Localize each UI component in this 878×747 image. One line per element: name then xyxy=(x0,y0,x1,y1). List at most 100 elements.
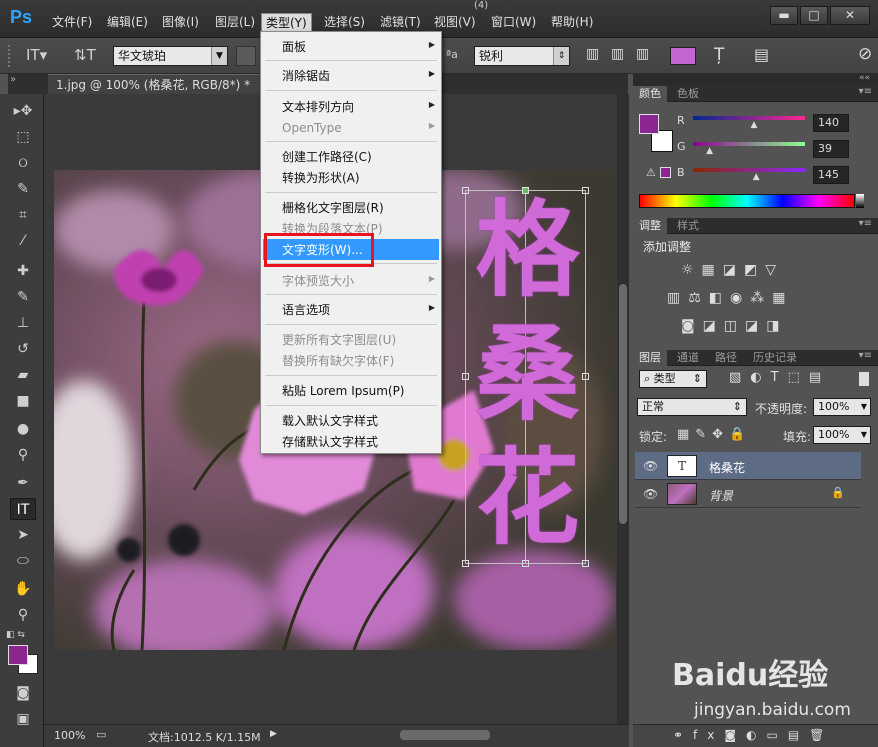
menu-item-panels[interactable]: 面板 xyxy=(282,39,306,55)
color-spectrum-ramp[interactable] xyxy=(639,194,855,208)
lasso-tool-icon[interactable]: ଠ xyxy=(10,152,36,174)
menu-help[interactable]: 帮助(H) xyxy=(547,13,597,31)
pen-tool-icon[interactable]: ✒ xyxy=(10,472,36,494)
menu-item-opentype[interactable]: OpenType xyxy=(282,120,342,136)
adjustment-icons-row1[interactable]: ☼▦◪◩▽ xyxy=(681,262,784,278)
layer-name[interactable]: 背景 xyxy=(709,487,733,504)
transform-handle[interactable] xyxy=(582,560,589,567)
zoom-tool-icon[interactable]: ⚲ xyxy=(10,604,36,626)
menu-item-update-text-layers[interactable]: 更新所有文字图层(U) xyxy=(282,332,396,348)
gradient-tool-icon[interactable]: ■ xyxy=(10,390,36,412)
foreground-color-swatch[interactable] xyxy=(8,645,28,665)
align-right-icon[interactable]: ▥ xyxy=(636,46,649,62)
menu-item-replace-missing-fonts[interactable]: 替换所有缺欠字体(F) xyxy=(282,353,394,369)
transform-handle[interactable] xyxy=(462,187,469,194)
r-value-field[interactable]: 140 xyxy=(813,114,849,132)
quick-mask-icon[interactable]: ◙ xyxy=(10,682,36,704)
menu-edit[interactable]: 编辑(E) xyxy=(103,13,152,31)
crop-tool-icon[interactable]: ⌗ xyxy=(10,204,36,226)
tab-adjustments[interactable]: 调整 xyxy=(633,218,667,234)
cancel-icon[interactable]: ⊘ xyxy=(858,44,872,64)
close-button[interactable]: ✕ xyxy=(830,6,870,25)
text-orientation-icon[interactable]: ⇅T xyxy=(74,46,96,64)
quick-select-tool-icon[interactable]: ✎ xyxy=(10,178,36,200)
scroll-thumb[interactable] xyxy=(619,284,627,524)
ellipse-tool-icon[interactable]: ⬭ xyxy=(10,550,36,572)
menu-item-save-default-styles[interactable]: 存储默认文字样式 xyxy=(282,434,378,450)
warning-icon[interactable]: ⚠ xyxy=(646,166,656,179)
panel-menu-icon[interactable]: ▾≡ xyxy=(859,218,872,229)
transform-handle[interactable] xyxy=(522,560,529,567)
panel-menu-icon[interactable]: ▾≡ xyxy=(859,350,872,361)
antialias-select[interactable]: 锐利 ⇕ xyxy=(474,46,570,66)
layer-footer-icons[interactable]: ⚭fx◙◐▭▤🗑 xyxy=(673,728,834,742)
minimize-button[interactable]: ▬ xyxy=(770,6,798,25)
layer-name[interactable]: 格桑花 xyxy=(709,459,745,476)
tab-paths[interactable]: 路径 xyxy=(709,350,743,366)
eye-icon[interactable]: 👁 xyxy=(643,487,658,501)
font-family-select[interactable]: 华文琥珀 ▼ xyxy=(113,46,228,66)
transform-handle[interactable] xyxy=(462,560,469,567)
marquee-tool-icon[interactable]: ⬚ xyxy=(10,126,36,148)
out-of-gamut-swatch[interactable] xyxy=(660,167,671,178)
adjustment-icons-row2[interactable]: ▥⚖◧◉⁂▦ xyxy=(667,290,793,306)
default-colors-icon[interactable]: ◧ ⇆ xyxy=(6,630,25,640)
menu-layer[interactable]: 图层(L) xyxy=(211,13,259,31)
eye-icon[interactable]: 👁 xyxy=(643,459,658,473)
menu-item-text-orientation[interactable]: 文本排列方向 xyxy=(282,99,354,115)
warp-text-icon[interactable]: Ț xyxy=(714,45,724,65)
blur-tool-icon[interactable]: ● xyxy=(10,418,36,440)
dodge-tool-icon[interactable]: ⚲ xyxy=(10,444,36,466)
lock-icons[interactable]: ▦✎✥🔒 xyxy=(677,427,751,442)
menu-window[interactable]: 窗口(W) xyxy=(487,13,540,31)
tab-history[interactable]: 历史记录 xyxy=(747,350,803,366)
brush-tool-icon[interactable]: ✎ xyxy=(10,286,36,308)
blend-mode-select[interactable]: 正常 ⇕ xyxy=(637,398,747,416)
hand-tool-icon[interactable]: ✋ xyxy=(10,578,36,600)
path-select-tool-icon[interactable]: ➤ xyxy=(10,524,36,546)
eraser-tool-icon[interactable]: ▰ xyxy=(10,364,36,386)
restore-button[interactable]: □ xyxy=(800,6,828,25)
tab-swatches[interactable]: 色板 xyxy=(671,86,705,102)
layer-filter-select[interactable]: ⌕ 类型 ⇕ xyxy=(639,370,707,388)
r-slider-thumb[interactable]: ▲ xyxy=(750,120,757,130)
tab-color[interactable]: 颜色 xyxy=(633,86,667,102)
menu-item-create-work-path[interactable]: 创建工作路径(C) xyxy=(282,149,372,165)
bw-ramp[interactable] xyxy=(856,194,864,208)
tab-layers[interactable]: 图层 xyxy=(633,350,667,366)
opacity-field[interactable]: 100% ▼ xyxy=(813,398,871,416)
menu-select[interactable]: 选择(S) xyxy=(320,13,369,31)
align-center-icon[interactable]: ▥ xyxy=(611,46,624,62)
fill-field[interactable]: 100% ▼ xyxy=(813,426,871,444)
vertical-scrollbar[interactable] xyxy=(617,94,629,724)
g-slider-thumb[interactable]: ▲ xyxy=(706,146,713,156)
eyedropper-tool-icon[interactable]: ⁄ xyxy=(10,230,36,252)
grip-handle[interactable] xyxy=(8,45,18,67)
type-tool-icon[interactable]: IT▾ xyxy=(26,46,47,64)
color-fg-swatch[interactable] xyxy=(639,114,659,134)
screen-mode-icon[interactable]: ▣ xyxy=(10,708,36,730)
layer-row-background[interactable]: 👁 背景 🔒 xyxy=(635,480,861,508)
text-color-swatch[interactable] xyxy=(670,47,696,65)
move-tool-icon[interactable]: ▸✥ xyxy=(10,100,36,122)
tab-styles[interactable]: 样式 xyxy=(671,218,705,234)
horizontal-scroll-thumb[interactable] xyxy=(400,730,490,740)
menu-view[interactable]: 视图(V) xyxy=(430,13,480,31)
healing-brush-icon[interactable]: ✚ xyxy=(10,260,36,282)
status-arrow-icon[interactable]: ▶ xyxy=(270,729,277,739)
r-slider-track[interactable] xyxy=(693,116,805,120)
menu-item-font-preview-size[interactable]: 字体预览大小 xyxy=(282,273,354,289)
menu-item-load-default-styles[interactable]: 载入默认文字样式 xyxy=(282,413,378,429)
b-value-field[interactable]: 145 xyxy=(813,166,849,184)
b-slider-track[interactable] xyxy=(693,168,805,172)
transform-handle[interactable] xyxy=(462,373,469,380)
collapse-toolbar-icon[interactable]: » xyxy=(10,74,16,85)
font-style-select[interactable] xyxy=(236,46,256,66)
menu-item-antialias[interactable]: 消除锯齿 xyxy=(282,68,330,84)
menu-file[interactable]: 文件(F) xyxy=(48,13,96,31)
menu-item-rasterize[interactable]: 栅格化文字图层(R) xyxy=(282,200,384,216)
tab-channels[interactable]: 通道 xyxy=(671,350,705,366)
menu-image[interactable]: 图像(I) xyxy=(158,13,203,31)
menu-item-paste-lorem-ipsum[interactable]: 粘贴 Lorem Ipsum(P) xyxy=(282,383,405,399)
character-panel-icon[interactable]: ▤ xyxy=(754,45,769,64)
